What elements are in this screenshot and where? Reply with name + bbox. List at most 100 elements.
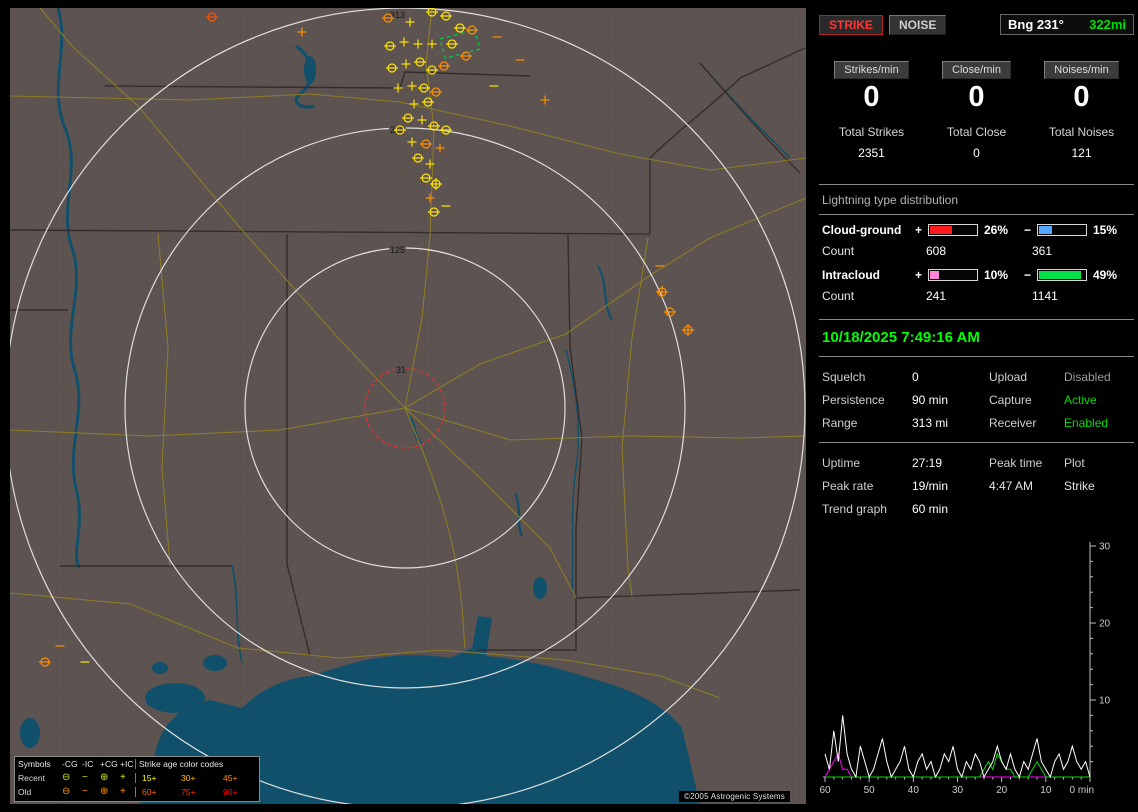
age-code-90: 90+ bbox=[223, 787, 238, 797]
total-noises-value: 121 bbox=[1071, 146, 1092, 161]
map-canvas: 313 219 125 31 bbox=[10, 8, 806, 804]
count-label: Count bbox=[822, 289, 855, 304]
cg-neg-recent-icon: ⊖ bbox=[62, 772, 71, 783]
intracloud-count-row: Count 241 1141 bbox=[819, 282, 1134, 305]
y-tick-label: 10 bbox=[1099, 696, 1111, 707]
session-grid: Uptime 27:19 Peak time Plot Peak rate 19… bbox=[819, 443, 1134, 528]
noises-per-min-button[interactable]: Noises/min bbox=[1044, 61, 1119, 79]
strikes-per-min-button[interactable]: Strikes/min bbox=[834, 61, 909, 79]
plus-sign: + bbox=[914, 223, 922, 238]
noises-per-min-counter: Noises/min 0 Total Noises 121 bbox=[1029, 61, 1134, 160]
receiver-value: Enabled bbox=[1064, 416, 1109, 431]
cg-positive-bar bbox=[928, 224, 978, 237]
bearing-range-value: 322mi bbox=[1089, 17, 1126, 32]
bearing-display: Bng 231° 322mi bbox=[1000, 14, 1134, 35]
count-label: Count bbox=[822, 244, 855, 259]
total-close-label: Total Close bbox=[946, 125, 1007, 140]
distribution-title: Lightning type distribution bbox=[819, 185, 1134, 216]
age-code-45: 45+ bbox=[223, 773, 238, 783]
legend-age-header: Strike age color codes bbox=[135, 759, 259, 769]
ring-label-125: 125 bbox=[390, 245, 405, 255]
noise-mode-button[interactable]: NOISE bbox=[889, 14, 947, 35]
cloud-ground-count-row: Count 608 361 bbox=[819, 237, 1134, 260]
legend-col-ic-neg: -IC bbox=[82, 759, 94, 769]
upload-label: Upload bbox=[989, 370, 1028, 385]
intracloud-row: Intracloud + 10% − 49% bbox=[819, 260, 1134, 282]
persistence-value: 90 min bbox=[912, 393, 949, 408]
range-label: Range bbox=[822, 416, 858, 431]
receiver-label: Receiver bbox=[989, 416, 1037, 431]
cg-pos-old-icon: ⊕ bbox=[100, 786, 109, 797]
copyright-text: ©2005 Astrogenic Systems bbox=[679, 791, 790, 802]
status-panel: STRIKE NOISE Bng 231° 322mi Strikes/min … bbox=[815, 0, 1138, 812]
legend-old-label: Old bbox=[18, 787, 32, 797]
age-code-75: 75+ bbox=[181, 787, 196, 797]
legend-recent-label: Recent bbox=[18, 773, 45, 783]
ic-positive-count: 241 bbox=[926, 289, 947, 304]
legend-col-ic-pos: +IC bbox=[120, 759, 134, 769]
age-code-30: 30+ bbox=[181, 773, 196, 783]
capture-value: Active bbox=[1064, 393, 1097, 408]
close-per-min-value: 0 bbox=[968, 81, 985, 113]
peak-time-value: 4:47 AM bbox=[989, 479, 1034, 494]
bearing-value: Bng 231° bbox=[1008, 17, 1064, 32]
total-strikes-label: Total Strikes bbox=[838, 125, 905, 140]
uptime-value: 27:19 bbox=[912, 456, 943, 471]
range-value: 313 mi bbox=[912, 416, 949, 431]
intracloud-label: Intracloud bbox=[822, 268, 881, 283]
squelch-value: 0 bbox=[912, 370, 919, 385]
x-tick-label: 40 bbox=[908, 785, 920, 796]
x-tick-label: 30 bbox=[952, 785, 964, 796]
total-strikes-value: 2351 bbox=[858, 146, 885, 161]
legend-col-cg-neg: -CG bbox=[62, 759, 78, 769]
peak-time-label: Peak time bbox=[989, 456, 1043, 471]
x-tick-label: 0 min bbox=[1070, 785, 1094, 796]
total-close-value: 0 bbox=[973, 146, 980, 161]
close-per-min-button[interactable]: Close/min bbox=[942, 61, 1011, 79]
ic-positive-bar bbox=[928, 269, 978, 282]
minus-sign: − bbox=[1023, 268, 1031, 283]
ic-positive-pct: 10% bbox=[984, 268, 1009, 283]
cg-pos-recent-icon: ⊕ bbox=[100, 772, 109, 783]
minus-sign: − bbox=[1023, 223, 1031, 238]
persistence-label: Persistence bbox=[822, 393, 885, 408]
plot-label: Plot bbox=[1064, 456, 1085, 471]
ring-label-31: 31 bbox=[396, 365, 406, 375]
squelch-label: Squelch bbox=[822, 370, 866, 385]
ic-neg-old-icon: − bbox=[82, 786, 88, 797]
upload-value: Disabled bbox=[1064, 370, 1111, 385]
trend-series-strike-rate bbox=[824, 715, 1091, 779]
cg-negative-bar bbox=[1037, 224, 1087, 237]
age-code-15: 15+ bbox=[135, 773, 177, 783]
ic-negative-pct: 49% bbox=[1093, 268, 1118, 283]
uptime-label: Uptime bbox=[822, 456, 861, 471]
ic-negative-bar bbox=[1037, 269, 1087, 282]
cg-negative-count: 361 bbox=[1032, 244, 1053, 259]
trend-series-cloud-ground bbox=[824, 753, 1090, 778]
trend-graph-value: 60 min bbox=[912, 502, 949, 517]
settings-grid: Squelch 0 Upload Disabled Persistence 90… bbox=[819, 357, 1134, 442]
strike-mode-button[interactable]: STRIKE bbox=[819, 14, 884, 35]
legend-col-cg-pos: +CG bbox=[100, 759, 118, 769]
strikes-per-min-counter: Strikes/min 0 Total Strikes 2351 bbox=[819, 61, 924, 160]
cloud-ground-row: Cloud-ground + 26% − 15% bbox=[819, 215, 1134, 237]
legend-symbols-header: Symbols bbox=[18, 759, 51, 769]
ic-neg-recent-icon: − bbox=[82, 772, 88, 783]
trend-series-intracloud bbox=[825, 753, 1090, 778]
map-legend: Symbols -CG -IC +CG +IC Strike age color… bbox=[14, 756, 260, 802]
x-tick-label: 20 bbox=[996, 785, 1008, 796]
map-display[interactable]: 313 219 125 31 Symbols -CG -IC +CG +IC S… bbox=[10, 8, 806, 804]
cg-positive-count: 608 bbox=[926, 244, 947, 259]
plus-sign: + bbox=[914, 268, 922, 283]
trend-graph-label: Trend graph bbox=[822, 502, 887, 517]
y-tick-label: 20 bbox=[1099, 619, 1111, 630]
ic-pos-recent-icon: + bbox=[120, 772, 126, 783]
trend-chart-canvas: 10 20 30 60 50 40 30 20 10 0 min bbox=[819, 542, 1111, 797]
age-code-60: 60+ bbox=[135, 787, 177, 797]
cloud-ground-label: Cloud-ground bbox=[822, 223, 902, 238]
close-per-min-counter: Close/min 0 Total Close 0 bbox=[924, 61, 1029, 160]
x-tick-label: 50 bbox=[864, 785, 876, 796]
x-tick-label: 10 bbox=[1040, 785, 1052, 796]
ic-pos-old-icon: + bbox=[120, 786, 126, 797]
y-tick-label: 30 bbox=[1099, 542, 1111, 553]
